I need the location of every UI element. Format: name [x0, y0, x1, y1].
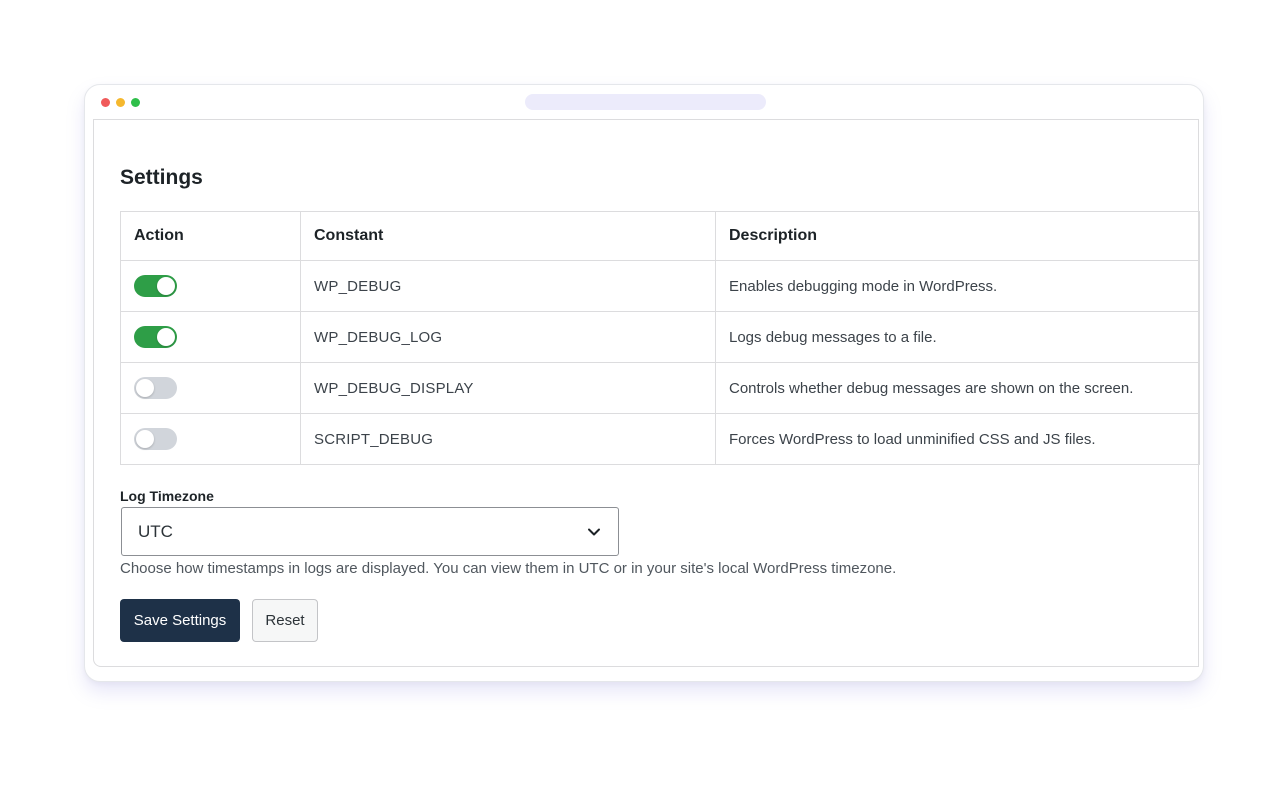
table-row: WP_DEBUG Enables debugging mode in WordP… — [120, 260, 1200, 312]
constant-cell: SCRIPT_DEBUG — [300, 413, 716, 465]
wp-debug-log-toggle[interactable] — [134, 326, 177, 348]
window-controls — [101, 98, 140, 107]
log-timezone-label: Log Timezone — [120, 488, 214, 504]
reset-button[interactable]: Reset — [252, 599, 318, 642]
constant-cell: WP_DEBUG_LOG — [300, 311, 716, 363]
maximize-dot[interactable] — [131, 98, 140, 107]
toggle-knob — [157, 328, 175, 346]
action-cell — [120, 362, 301, 414]
column-header-constant: Constant — [300, 211, 716, 261]
wp-debug-display-toggle[interactable] — [134, 377, 177, 399]
save-settings-button[interactable]: Save Settings — [120, 599, 240, 642]
minimize-dot[interactable] — [116, 98, 125, 107]
toggle-knob — [136, 379, 154, 397]
script-debug-toggle[interactable] — [134, 428, 177, 450]
constant-cell: WP_DEBUG — [300, 260, 716, 312]
table-row: WP_DEBUG_DISPLAY Controls whether debug … — [120, 362, 1200, 414]
table-row: WP_DEBUG_LOG Logs debug messages to a fi… — [120, 311, 1200, 363]
selected-timezone: UTC — [138, 521, 173, 541]
close-dot[interactable] — [101, 98, 110, 107]
table-header-row: Action Constant Description — [120, 211, 1200, 261]
constant-cell: WP_DEBUG_DISPLAY — [300, 362, 716, 414]
column-header-action: Action — [120, 211, 301, 261]
chevron-down-icon — [586, 524, 602, 540]
settings-panel: Settings Action Constant Description WP_… — [93, 119, 1200, 667]
table-row: SCRIPT_DEBUG Forces WordPress to load un… — [120, 413, 1200, 465]
browser-window: Settings Action Constant Description WP_… — [84, 84, 1204, 682]
toggle-knob — [136, 430, 154, 448]
action-cell — [120, 260, 301, 312]
description-cell: Controls whether debug messages are show… — [715, 362, 1200, 414]
action-cell — [120, 311, 301, 363]
timezone-help-text: Choose how timestamps in logs are displa… — [120, 560, 897, 577]
toggle-knob — [157, 277, 175, 295]
description-cell: Forces WordPress to load unminified CSS … — [715, 413, 1200, 465]
page-title: Settings — [120, 166, 203, 189]
address-bar[interactable] — [525, 94, 766, 110]
description-cell: Logs debug messages to a file. — [715, 311, 1200, 363]
column-header-description: Description — [715, 211, 1200, 261]
action-cell — [120, 413, 301, 465]
wp-debug-toggle[interactable] — [134, 275, 177, 297]
description-cell: Enables debugging mode in WordPress. — [715, 260, 1200, 312]
log-timezone-select[interactable]: UTC — [121, 507, 619, 556]
settings-table: Action Constant Description WP_DEBUG Ena… — [120, 211, 1200, 465]
